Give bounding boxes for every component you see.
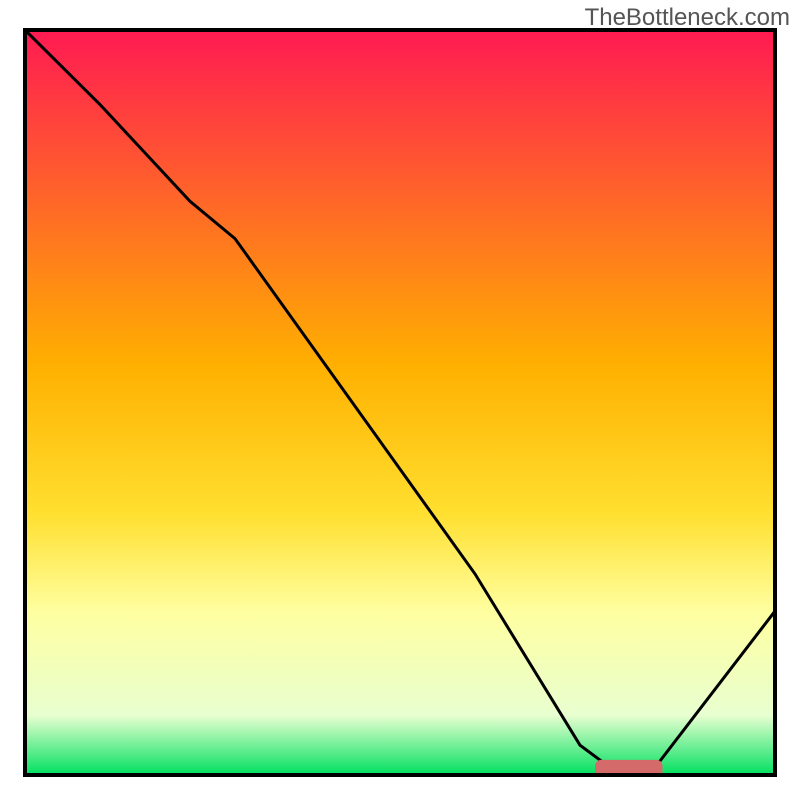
chart-container: TheBottleneck.com [0,0,800,800]
gradient-background [25,30,775,775]
watermark-text: TheBottleneck.com [585,4,790,32]
bottleneck-chart [0,0,800,800]
optimal-range-marker [595,760,663,783]
